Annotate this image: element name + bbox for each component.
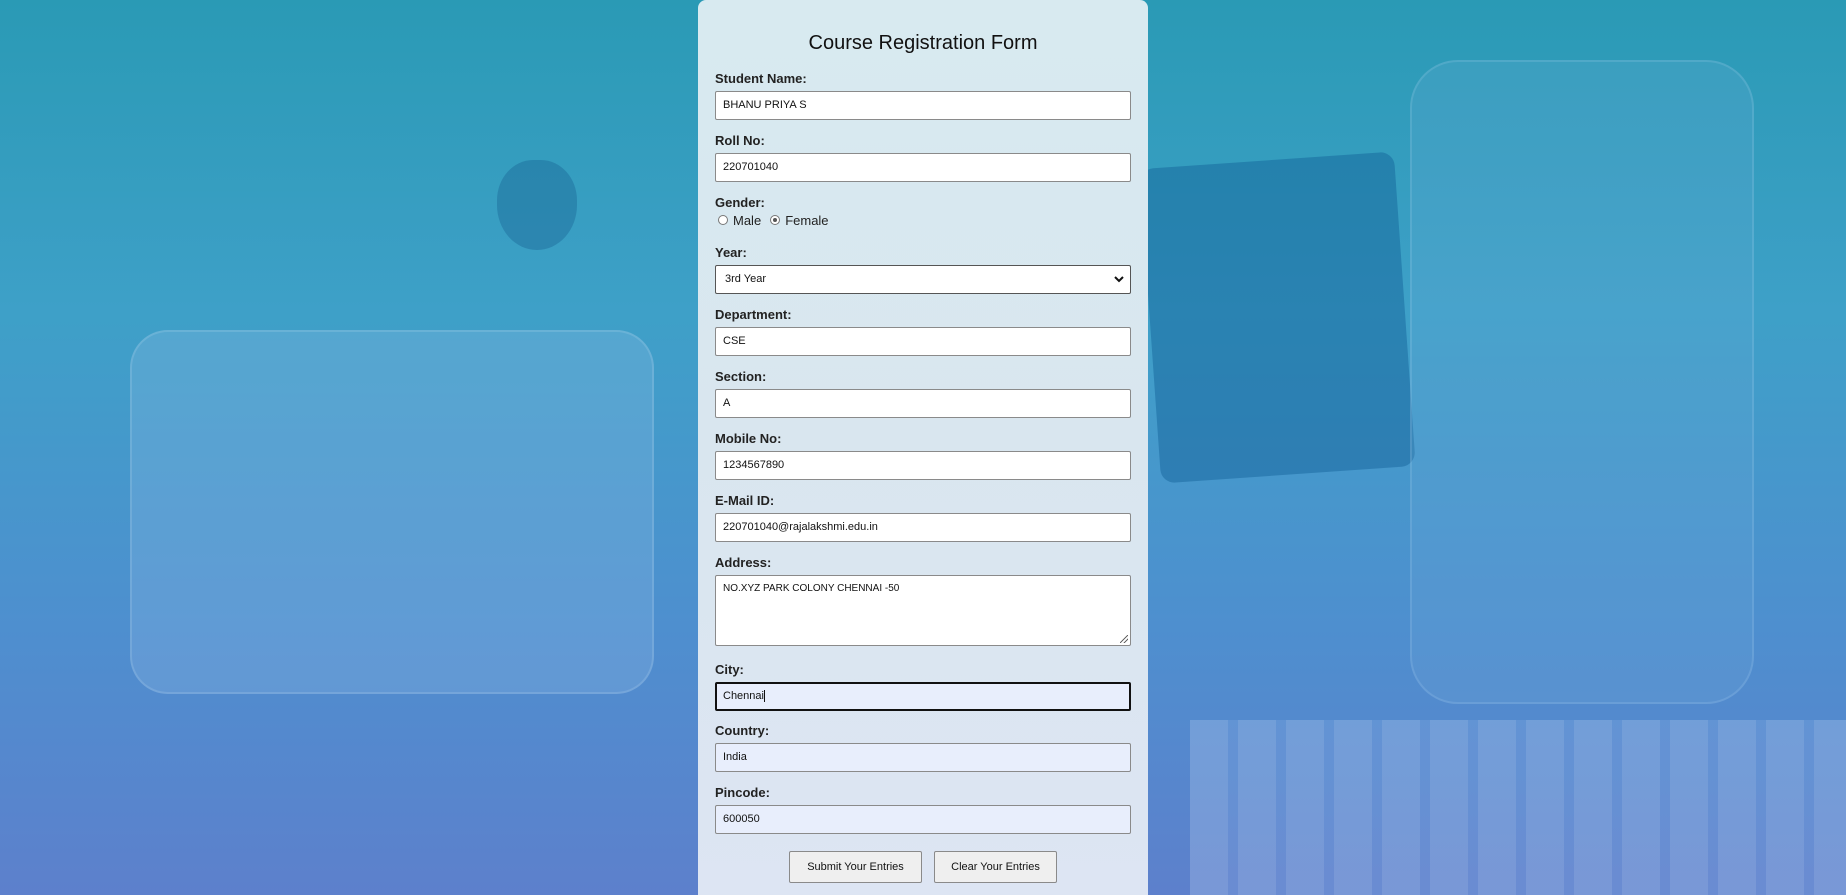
year-selected-value: 3rd Year: [725, 273, 766, 285]
pincode-label: Pincode:: [715, 785, 770, 800]
background-keyboard: [1190, 720, 1846, 895]
address-text: NO.XYZ PARK COLONY CHENNAI -50: [723, 583, 900, 594]
city-field: City: Chennai: [715, 662, 1131, 711]
clear-button[interactable]: Clear Your Entries: [934, 851, 1057, 883]
section-input[interactable]: A: [715, 389, 1131, 418]
student-name-label: Student Name:: [715, 71, 807, 86]
registration-form: Course Registration Form Student Name: B…: [698, 0, 1148, 895]
section-field: Section: A: [715, 369, 1131, 418]
country-label: Country:: [715, 723, 770, 738]
mobile-field: Mobile No: 1234567890: [715, 431, 1131, 480]
student-name-field: Student Name: BHANU PRIYA S: [715, 71, 1131, 120]
gender-field: Gender: Male Female: [715, 195, 1131, 229]
department-field: Department: CSE: [715, 307, 1131, 356]
email-input[interactable]: 220701040@rajalakshmi.edu.in: [715, 513, 1131, 542]
background-phone: [1139, 151, 1416, 484]
section-label: Section:: [715, 369, 767, 384]
department-input[interactable]: CSE: [715, 327, 1131, 356]
background-apple-logo: [497, 160, 577, 250]
roll-no-label: Roll No:: [715, 133, 765, 148]
pincode-field: Pincode: 600050: [715, 785, 1131, 834]
year-label: Year:: [715, 245, 747, 260]
form-title: Course Registration Form: [808, 32, 1038, 54]
country-input[interactable]: India: [715, 743, 1131, 772]
country-field: Country: India: [715, 723, 1131, 772]
text-caret: [763, 690, 765, 703]
mobile-input[interactable]: 1234567890: [715, 451, 1131, 480]
address-label: Address:: [715, 555, 772, 570]
city-input[interactable]: Chennai: [715, 682, 1131, 711]
chevron-down-icon: [1114, 266, 1124, 303]
roll-no-input[interactable]: 220701040: [715, 153, 1131, 182]
roll-no-field: Roll No: 220701040: [715, 133, 1131, 182]
gender-label: Gender:: [715, 195, 765, 210]
student-name-input[interactable]: BHANU PRIYA S: [715, 91, 1131, 120]
address-textarea[interactable]: NO.XYZ PARK COLONY CHENNAI -50: [715, 575, 1131, 646]
city-input-text: Chennai: [723, 690, 764, 702]
gender-female-radio[interactable]: [770, 215, 781, 225]
department-label: Department:: [715, 307, 792, 322]
email-label: E-Mail ID:: [715, 493, 775, 508]
mobile-label: Mobile No:: [715, 431, 782, 446]
pincode-input[interactable]: 600050: [715, 805, 1131, 834]
gender-female-label[interactable]: Female: [785, 213, 828, 228]
year-select[interactable]: 3rd Year: [715, 265, 1131, 294]
gender-male-radio[interactable]: [718, 215, 728, 225]
background-cup: [1410, 60, 1754, 704]
gender-male-label[interactable]: Male: [733, 213, 761, 228]
email-field: E-Mail ID: 220701040@rajalakshmi.edu.in: [715, 493, 1131, 542]
address-field: Address: NO.XYZ PARK COLONY CHENNAI -50: [715, 555, 1131, 646]
submit-button[interactable]: Submit Your Entries: [789, 851, 922, 883]
gender-radio-group: Male Female: [715, 211, 1131, 229]
resize-grip-icon[interactable]: [1120, 635, 1128, 643]
year-field: Year: 3rd Year: [715, 245, 1131, 294]
background-monitor: [130, 330, 654, 694]
city-label: City:: [715, 662, 744, 677]
